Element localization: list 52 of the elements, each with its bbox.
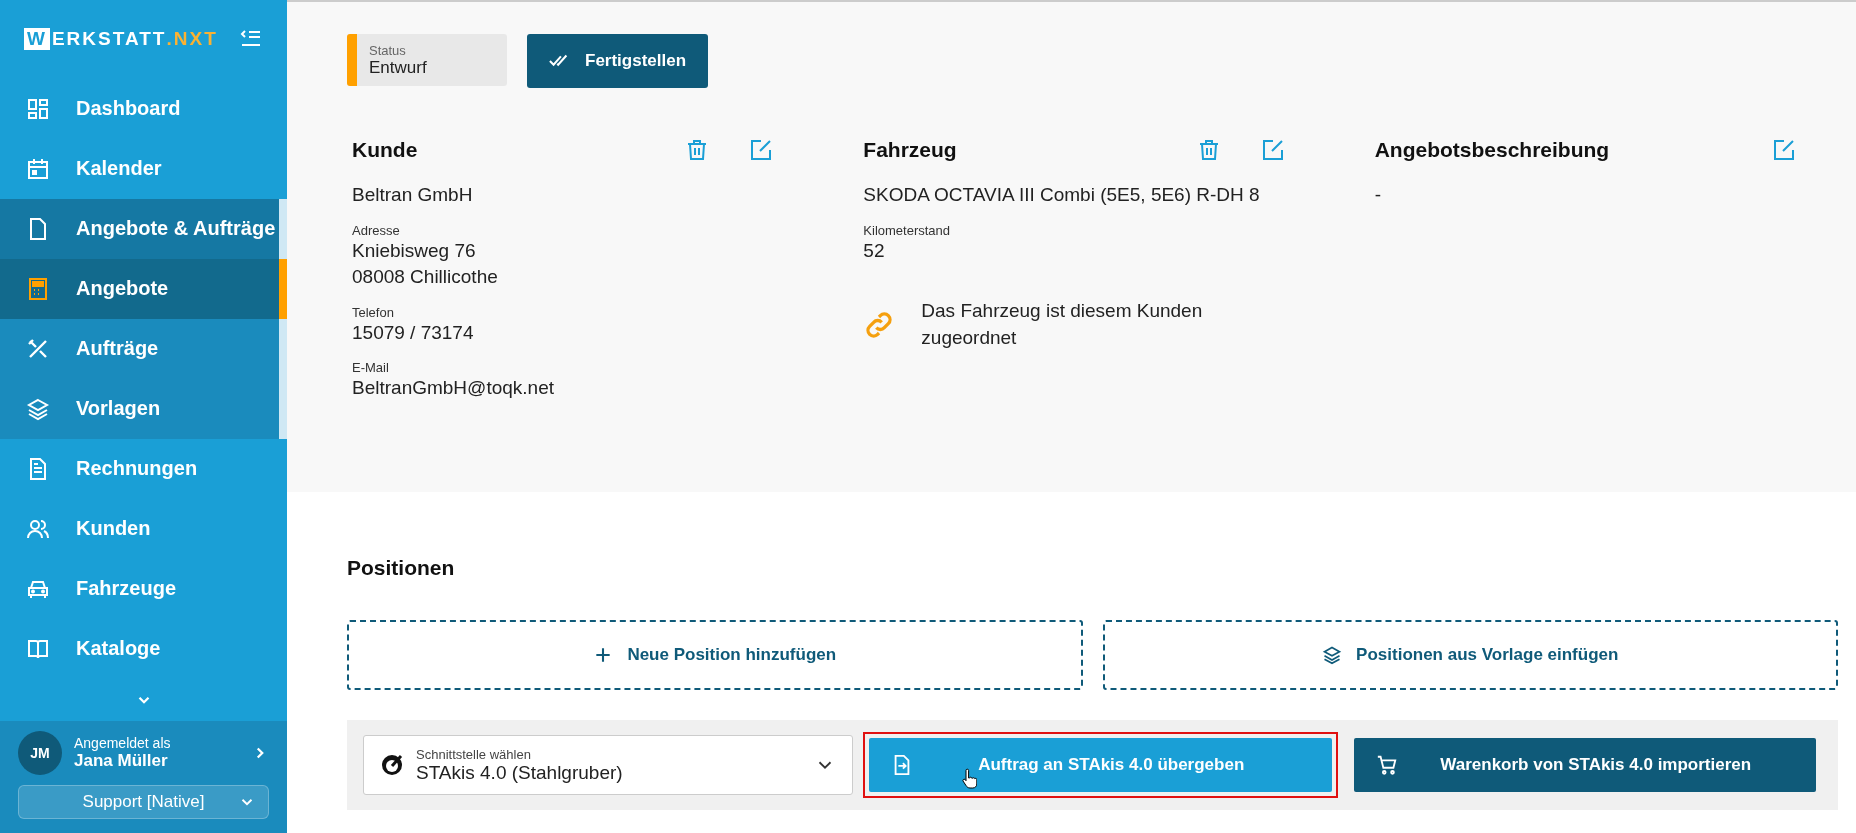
finish-button[interactable]: Fertigstellen xyxy=(527,34,709,88)
hand-cursor-icon xyxy=(961,768,977,790)
field-value: Kniebisweg 76 08008 Chillicothe xyxy=(352,238,499,290)
edit-icon[interactable] xyxy=(1260,138,1285,162)
assignment-note: Das Fahrzeug ist diesem Kunden zugeordnet xyxy=(921,299,1204,350)
logo: W ERKSTATT.NXT xyxy=(24,28,218,51)
status-label: Status xyxy=(369,42,407,58)
sidebar-item[interactable]: Rechnungen xyxy=(0,438,287,499)
field-value: Beltran GmbH xyxy=(352,183,474,207)
sidebar-item[interactable]: Vorlagen xyxy=(0,378,279,439)
field-value: 15079 / 73174 xyxy=(352,320,475,345)
field-value: - xyxy=(1374,183,1382,207)
status-value: Entwurf xyxy=(369,57,427,78)
edit-icon[interactable] xyxy=(749,138,774,162)
sidebar-item[interactable]: Dashboard xyxy=(0,78,287,139)
field-label: Telefon xyxy=(352,304,395,320)
avatar: JM xyxy=(18,731,62,775)
add-position-button[interactable]: Neue Position hinzufügen xyxy=(347,620,1083,690)
cart-icon xyxy=(1375,754,1398,776)
dashboard-icon xyxy=(26,96,50,121)
calendar-icon xyxy=(26,156,50,181)
field-value: BeltranGmbH@toqk.net xyxy=(352,376,555,401)
role-select[interactable]: Support [Native] xyxy=(18,785,269,819)
calculator-icon xyxy=(26,276,50,301)
sidebar-item[interactable]: Angebote & Aufträge xyxy=(0,198,287,259)
section-title: Positionen xyxy=(347,556,456,580)
field-label: E-Mail xyxy=(352,360,390,376)
sidebar-item[interactable]: Kalender xyxy=(0,138,287,199)
transfer-button[interactable]: Warenkorb von STAkis 4.0 importieren xyxy=(1353,738,1816,792)
section-title: Fahrzeug xyxy=(863,138,957,162)
sidebar-item[interactable]: Angebote xyxy=(0,258,287,319)
field-label: Adresse xyxy=(352,222,401,238)
select-label: Schnittstelle wählen xyxy=(416,746,532,762)
sidebar-item[interactable]: Aufträge xyxy=(0,318,279,379)
layers-icon xyxy=(1322,645,1343,665)
add-position-button[interactable]: Positionen aus Vorlage einfügen xyxy=(1102,620,1838,690)
logged-in-caption: Angemeldet als xyxy=(74,735,172,751)
select-value: STAkis 4.0 (Stahlgruber) xyxy=(416,761,624,784)
transfer-button[interactable]: Auftrag an STAkis 4.0 übergeben xyxy=(869,738,1332,792)
user-name: Jana Müller xyxy=(74,751,169,771)
field-label: Kilometerstand xyxy=(863,222,952,238)
interface-select[interactable]: Schnittstelle wählen STAkis 4.0 (Stahlgruber) xyxy=(363,735,853,795)
field-value: 52 xyxy=(863,238,886,263)
sidebar-item[interactable]: Kunden xyxy=(0,498,287,559)
sidebar-item[interactable]: Fahrzeuge xyxy=(0,558,287,619)
sidebar-item[interactable]: Kataloge xyxy=(0,618,287,679)
section-title: Kunde xyxy=(352,138,418,162)
section-title: Angebotsbeschreibung xyxy=(1374,138,1610,162)
circle-logo-icon xyxy=(380,753,404,777)
layers-icon xyxy=(26,396,50,421)
edit-icon[interactable] xyxy=(1772,138,1796,162)
field-value: SKODA OCTAVIA III Combi (5E5, 5E6) R-DH 8 xyxy=(863,183,1261,207)
